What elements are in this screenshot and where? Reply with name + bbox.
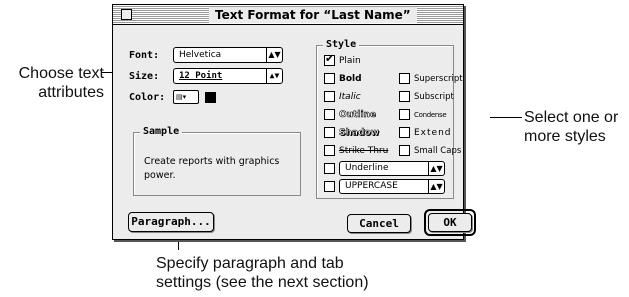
size-value: 12 Point — [179, 71, 223, 81]
style-title: Style — [323, 38, 360, 52]
condense-checkbox[interactable] — [399, 109, 410, 120]
case-checkbox[interactable] — [324, 181, 335, 192]
cancel-button[interactable]: Cancel — [347, 214, 411, 233]
strikethru-checkbox[interactable] — [324, 145, 335, 156]
style-group: Style ✔ Plain Bold Italic Outline Shadow… — [316, 38, 463, 199]
smallcaps-label: Small Caps — [414, 146, 462, 156]
updown-arrows-icon: ▲▼ — [266, 69, 282, 83]
strikethru-label: Strike Thru — [339, 146, 389, 156]
bold-label: Bold — [339, 74, 362, 84]
updown-arrows-icon: ▲▼ — [428, 180, 444, 193]
sample-title: Sample — [140, 125, 183, 139]
callout-connector — [490, 117, 522, 118]
condense-label: Condense — [414, 111, 447, 119]
color-popup[interactable]: ▤▾ — [173, 90, 199, 104]
color-menu-icon: ▤▾ — [176, 93, 187, 101]
callout-line-2: more styles — [524, 128, 606, 145]
paragraph-button[interactable]: Paragraph... — [128, 212, 214, 232]
outline-label: Outline — [339, 110, 377, 121]
extend-label: Extend — [414, 128, 452, 138]
close-box-icon[interactable] — [121, 9, 132, 20]
outline-checkbox[interactable] — [324, 109, 335, 120]
underline-value: Underline — [345, 163, 389, 173]
bold-checkbox[interactable] — [324, 73, 335, 84]
callout-line-1: Specify paragraph and tab — [156, 255, 344, 272]
font-value: Helvetica — [179, 50, 222, 60]
size-label: Size: — [129, 71, 160, 82]
callout-line-1: Select one or — [524, 109, 619, 126]
callout-text-attributes: Choose text attributes — [6, 64, 104, 102]
size-popup[interactable]: 12 Point ▲▼ — [173, 68, 283, 84]
smallcaps-checkbox[interactable] — [399, 145, 410, 156]
callout-line-2: settings (see the next section) — [156, 274, 369, 291]
font-label: Font: — [129, 50, 160, 61]
italic-checkbox[interactable] — [324, 91, 335, 102]
color-label: Color: — [129, 92, 166, 103]
title-bar[interactable]: Text Format for “Last Name” — [113, 5, 463, 25]
callout-line-1: Choose text — [18, 65, 104, 82]
sample-text: Create reports with graphics power. — [144, 156, 280, 181]
ok-button[interactable]: OK — [428, 213, 472, 232]
color-swatch — [205, 92, 216, 103]
updown-arrows-icon: ▲▼ — [266, 48, 282, 62]
subscript-label: Subscript — [414, 92, 454, 102]
plain-label: Plain — [339, 56, 361, 66]
font-popup[interactable]: Helvetica ▲▼ — [173, 47, 283, 63]
shadow-checkbox[interactable] — [324, 127, 335, 138]
case-value: UPPERCASE — [345, 181, 398, 191]
underline-checkbox[interactable] — [324, 163, 335, 174]
italic-label: Italic — [339, 92, 361, 102]
superscript-checkbox[interactable] — [399, 73, 410, 84]
callout-styles: Select one or more styles — [524, 108, 628, 146]
dialog-title: Text Format for “Last Name” — [209, 7, 417, 23]
extend-checkbox[interactable] — [399, 127, 410, 138]
case-popup[interactable]: UPPERCASE ▲▼ — [339, 179, 445, 194]
callout-paragraph: Specify paragraph and tab settings (see … — [156, 254, 456, 292]
checkmark-icon: ✔ — [325, 52, 335, 65]
superscript-label: Superscript — [414, 74, 463, 84]
underline-popup[interactable]: Underline ▲▼ — [339, 161, 445, 176]
callout-line-2: attributes — [38, 84, 104, 101]
updown-arrows-icon: ▲▼ — [428, 162, 444, 175]
subscript-checkbox[interactable] — [399, 91, 410, 102]
text-format-dialog: Text Format for “Last Name” Font: Helvet… — [112, 4, 476, 240]
shadow-label: Shadow — [339, 128, 379, 139]
plain-checkbox[interactable]: ✔ — [324, 52, 335, 66]
sample-group: Sample Create reports with graphics powe… — [133, 125, 301, 196]
